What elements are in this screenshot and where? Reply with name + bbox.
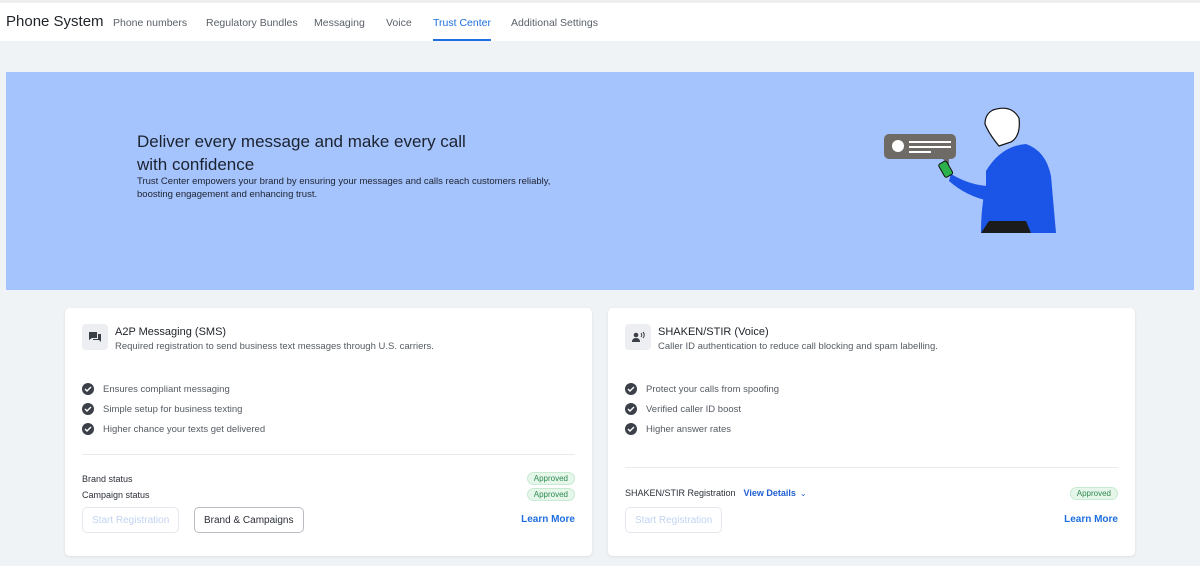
tab-trust-center[interactable]: Trust Center [433, 17, 491, 41]
brand-status-badge: Approved [526, 472, 575, 485]
start-registration-button[interactable]: Start Registration [625, 507, 723, 533]
feature-item: Higher answer rates [625, 423, 731, 435]
brand-campaigns-button[interactable]: Brand & Campaigns [194, 507, 304, 533]
check-circle-icon [82, 423, 94, 435]
divider [82, 454, 575, 455]
registration-row: SHAKEN/STIR Registration View Details ⌄ [625, 488, 807, 498]
feature-item: Ensures compliant messaging [82, 383, 230, 395]
check-circle-icon [82, 383, 94, 395]
feature-text: Higher answer rates [646, 423, 732, 435]
app-title: Phone System [6, 13, 104, 30]
feature-item: Simple setup for business texting [82, 403, 242, 415]
campaign-status-badge: Approved [526, 488, 575, 501]
chat-icon [82, 324, 108, 350]
check-circle-icon [625, 383, 637, 395]
learn-more-link[interactable]: Learn More [1064, 514, 1118, 525]
check-circle-icon [625, 423, 637, 435]
chevron-down-icon[interactable]: ⌄ [800, 489, 807, 498]
card-subtitle: Caller ID authentication to reduce call … [658, 341, 938, 352]
feature-item: Protect your calls from spoofing [625, 383, 779, 395]
check-circle-icon [82, 403, 94, 415]
hero-banner: Deliver every message and make every cal… [6, 72, 1194, 290]
divider [625, 467, 1118, 468]
view-details-link[interactable]: View Details [744, 488, 796, 498]
check-circle-icon [625, 403, 637, 415]
feature-text: Ensures compliant messaging [103, 383, 230, 395]
feature-text: Verified caller ID boost [646, 403, 742, 415]
person-with-phone-illustration [884, 107, 1056, 233]
registration-label: SHAKEN/STIR Registration [625, 488, 736, 498]
shaken-stir-card: SHAKEN/STIR (Voice) Caller ID authentica… [608, 308, 1135, 556]
feature-text: Simple setup for business texting [103, 403, 243, 415]
tab-additional-settings[interactable]: Additional Settings [511, 17, 598, 29]
voice-icon [625, 324, 651, 350]
a2p-messaging-card: A2P Messaging (SMS) Required registratio… [65, 308, 592, 556]
card-subtitle: Required registration to send business t… [115, 341, 434, 352]
registration-status-badge: Approved [1069, 487, 1118, 500]
tab-messaging[interactable]: Messaging [314, 17, 365, 29]
banner-description: Trust Center empowers your brand by ensu… [137, 176, 551, 200]
card-title: SHAKEN/STIR (Voice) [658, 326, 769, 338]
tab-regulatory-bundles[interactable]: Regulatory Bundles [206, 17, 298, 29]
top-nav: Phone System Phone numbers Regulatory Bu… [0, 0, 1200, 41]
banner-heading: Deliver every message and make every cal… [137, 132, 466, 174]
feature-item: Verified caller ID boost [625, 403, 741, 415]
learn-more-link[interactable]: Learn More [521, 514, 575, 525]
card-title: A2P Messaging (SMS) [115, 326, 227, 338]
start-registration-button[interactable]: Start Registration [82, 507, 180, 533]
feature-text: Higher chance your texts get delivered [103, 423, 266, 435]
feature-item: Higher chance your texts get delivered [82, 423, 265, 435]
tab-phone-numbers[interactable]: Phone numbers [113, 17, 187, 29]
tab-voice[interactable]: Voice [386, 17, 412, 29]
brand-status-label: Brand status [82, 474, 133, 484]
campaign-status-label: Campaign status [82, 490, 150, 500]
feature-text: Protect your calls from spoofing [646, 383, 780, 395]
